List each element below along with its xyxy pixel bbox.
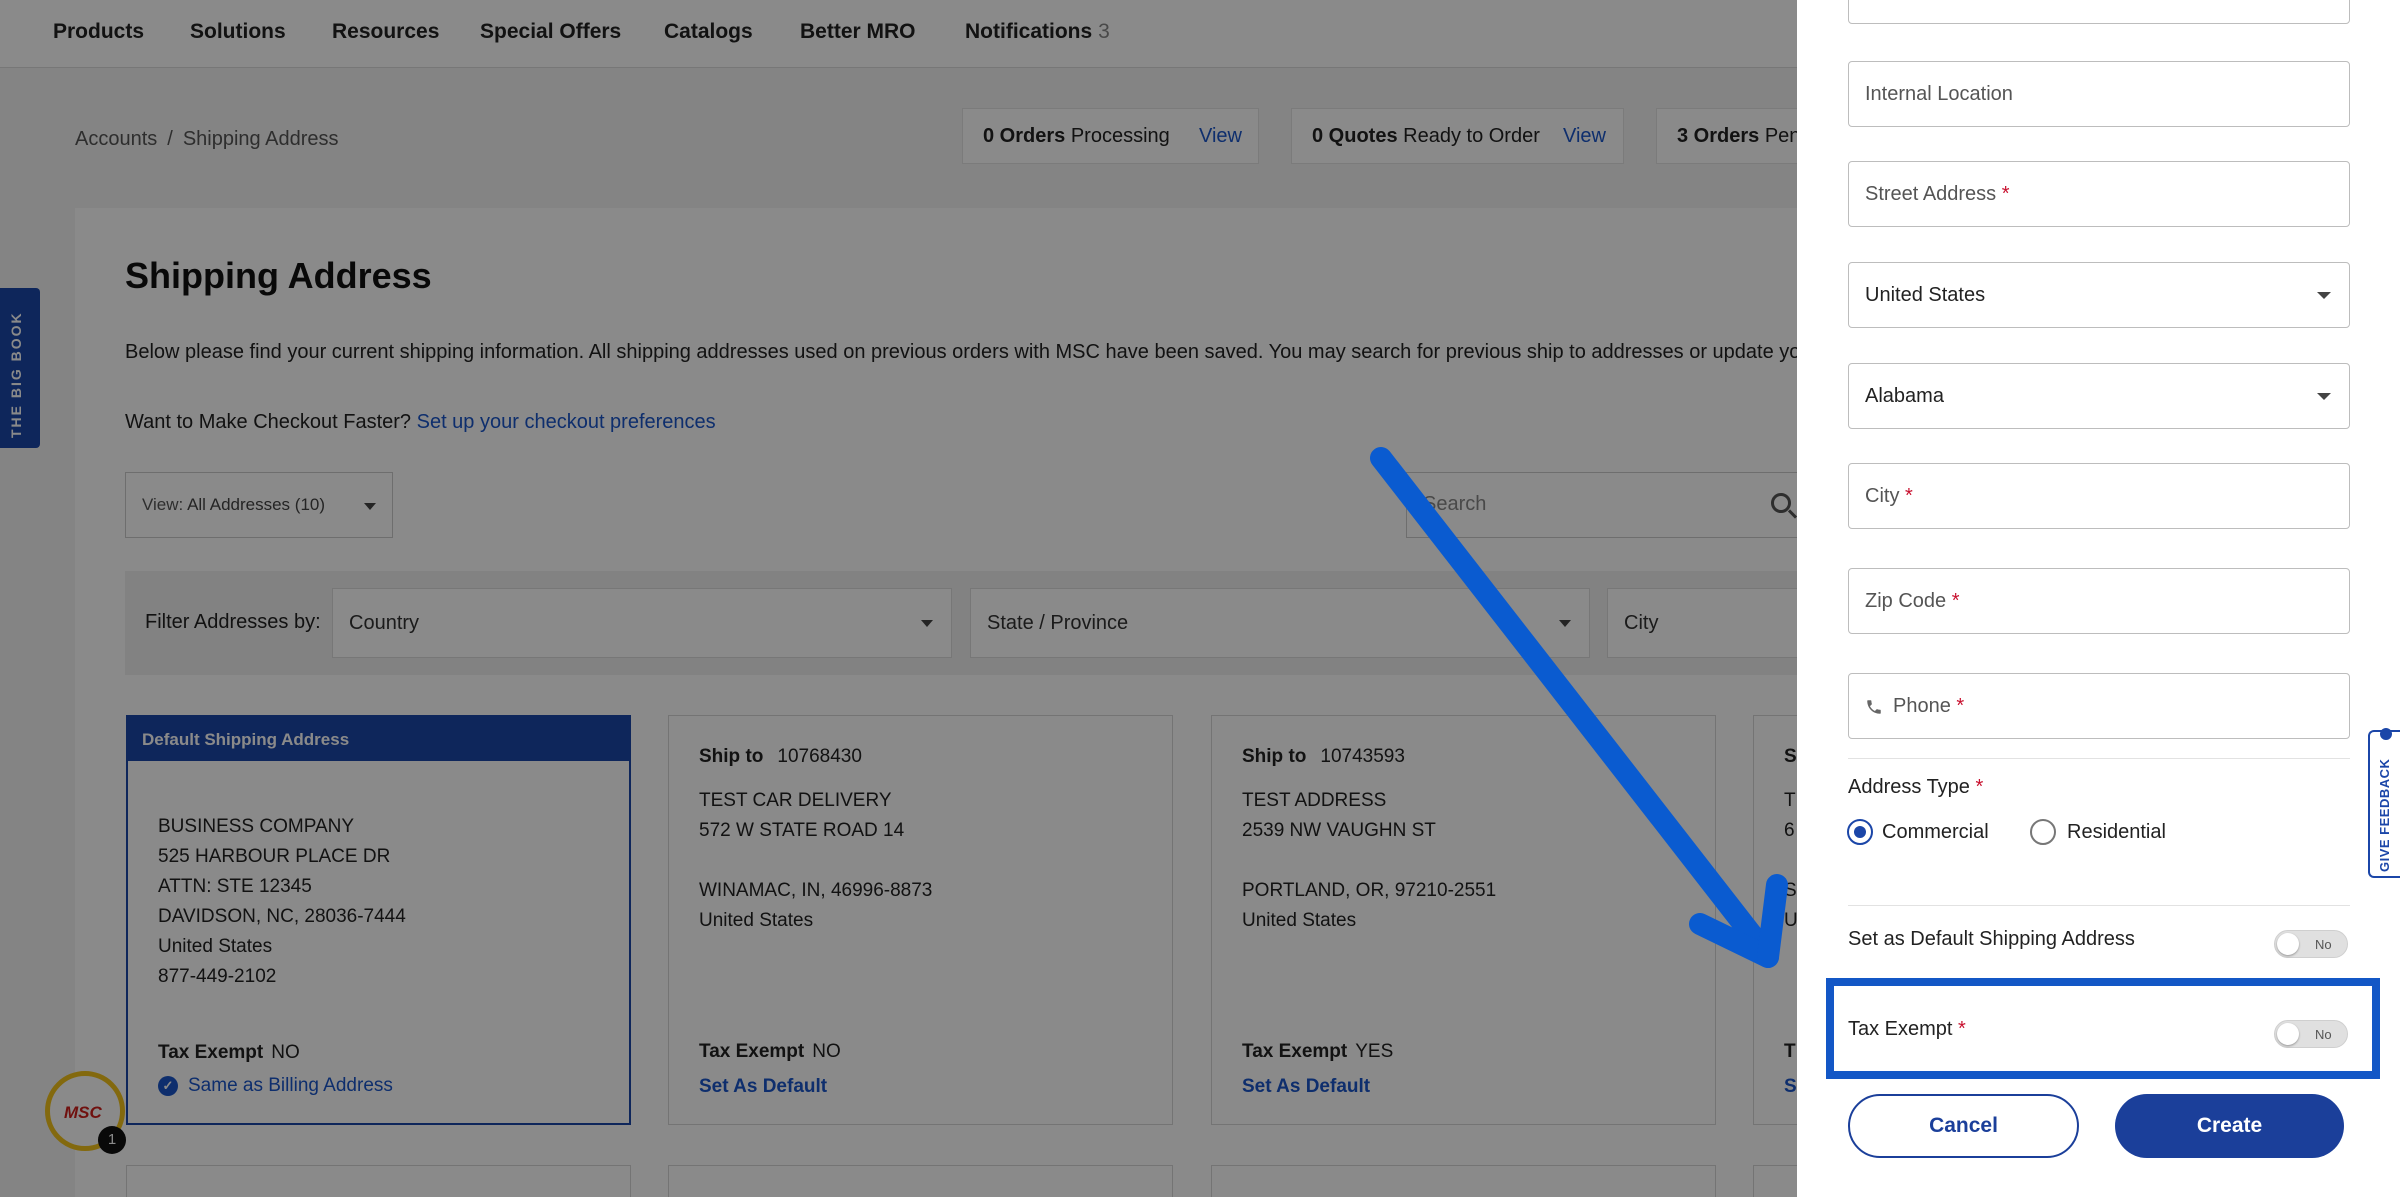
annotation-arrow: [1370, 447, 1788, 968]
